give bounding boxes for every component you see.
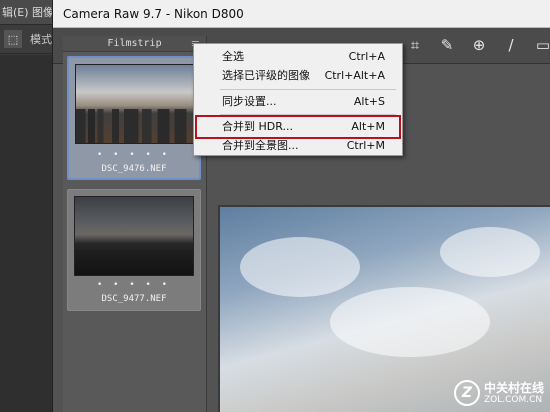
filmstrip-panel: Filmstrip ≡ • • • • • DSC_9476.NEF • • •… (63, 36, 207, 412)
menu-item-label: 合并到全景图... (222, 139, 299, 152)
red-eye-icon[interactable]: ⊕ (469, 36, 489, 54)
menu-item-label: 合并到 HDR... (222, 120, 293, 133)
menu-item-label: 全选 (222, 50, 244, 63)
crop-icon[interactable]: ⌗ (405, 36, 425, 54)
watermark-name: 中关村在线 (483, 380, 544, 395)
file-name: DSC_9477.NEF (101, 294, 167, 304)
filmstrip-context-menu: 全选 Ctrl+A 选择已评级的图像 Ctrl+Alt+A 同步设置... Al… (193, 43, 403, 156)
menu-item-merge-panorama[interactable]: 合并到全景图... Ctrl+M (197, 136, 399, 156)
file-name: DSC_9476.NEF (101, 164, 167, 174)
menu-item-shortcut: Alt+M (351, 120, 385, 133)
menu-item-shortcut: Ctrl+A (348, 50, 385, 63)
zol-logo-icon: Z (453, 380, 480, 406)
menu-item-select-rated[interactable]: 选择已评级的图像 Ctrl+Alt+A (197, 66, 399, 86)
menu-separator (220, 89, 396, 90)
rating-dots[interactable]: • • • • • (68, 280, 200, 290)
cloud-shape (440, 227, 540, 277)
menu-item-merge-hdr[interactable]: 合并到 HDR... Alt+M (195, 115, 401, 139)
menu-item-shortcut: Ctrl+Alt+A (324, 69, 385, 82)
watermark-text: 中关村在线 ZOL.COM.CN (483, 380, 544, 405)
menu-item-shortcut: Alt+S (353, 95, 385, 108)
tool-icon-group: ⌗ ✎ ⊕ / ▭ (405, 36, 550, 54)
photoshop-menubar: 辑(E) 图像 (0, 0, 54, 24)
filmstrip-item[interactable]: • • • • • DSC_9477.NEF (67, 189, 201, 311)
filmstrip-item-selected[interactable]: • • • • • DSC_9476.NEF (67, 56, 201, 180)
thumbnail-image (75, 64, 195, 144)
city-silhouette (76, 109, 194, 143)
menu-separator (220, 114, 396, 115)
photoshop-options-bar: ⬚ 模式 (0, 24, 52, 54)
menu-item-sync-settings[interactable]: 同步设置... Alt+S (197, 92, 399, 112)
filmstrip-header: Filmstrip (63, 36, 206, 52)
watermark-url: ZOL.COM.CN (483, 394, 543, 405)
thumbnail-image (74, 196, 194, 276)
menu-item-select-all[interactable]: 全选 Ctrl+A (197, 47, 399, 67)
menu-item-label: 选择已评级的图像 (222, 69, 310, 82)
adjustment-brush-icon[interactable]: / (501, 36, 521, 54)
graduated-filter-icon[interactable]: ▭ (533, 36, 550, 54)
menu-item-label: 同步设置... (222, 95, 277, 108)
cloud-shape (240, 237, 360, 297)
window-title: Camera Raw 9.7 - Nikon D800 (53, 0, 550, 28)
spot-removal-icon[interactable]: ✎ (437, 36, 457, 54)
rating-dots[interactable]: • • • • • (69, 150, 199, 160)
photoshop-workspace (0, 55, 52, 412)
zol-watermark: Z 中关村在线 ZOL.COM.CN (453, 380, 544, 406)
ps-menu-label[interactable]: 辑(E) 图像 (2, 4, 54, 20)
city-silhouette (75, 249, 193, 275)
cloud-shape (330, 287, 490, 357)
menu-item-shortcut: Ctrl+M (346, 139, 385, 152)
mode-label: 模式 (30, 33, 52, 46)
tool-preset-icon[interactable]: ⬚ (4, 30, 22, 48)
